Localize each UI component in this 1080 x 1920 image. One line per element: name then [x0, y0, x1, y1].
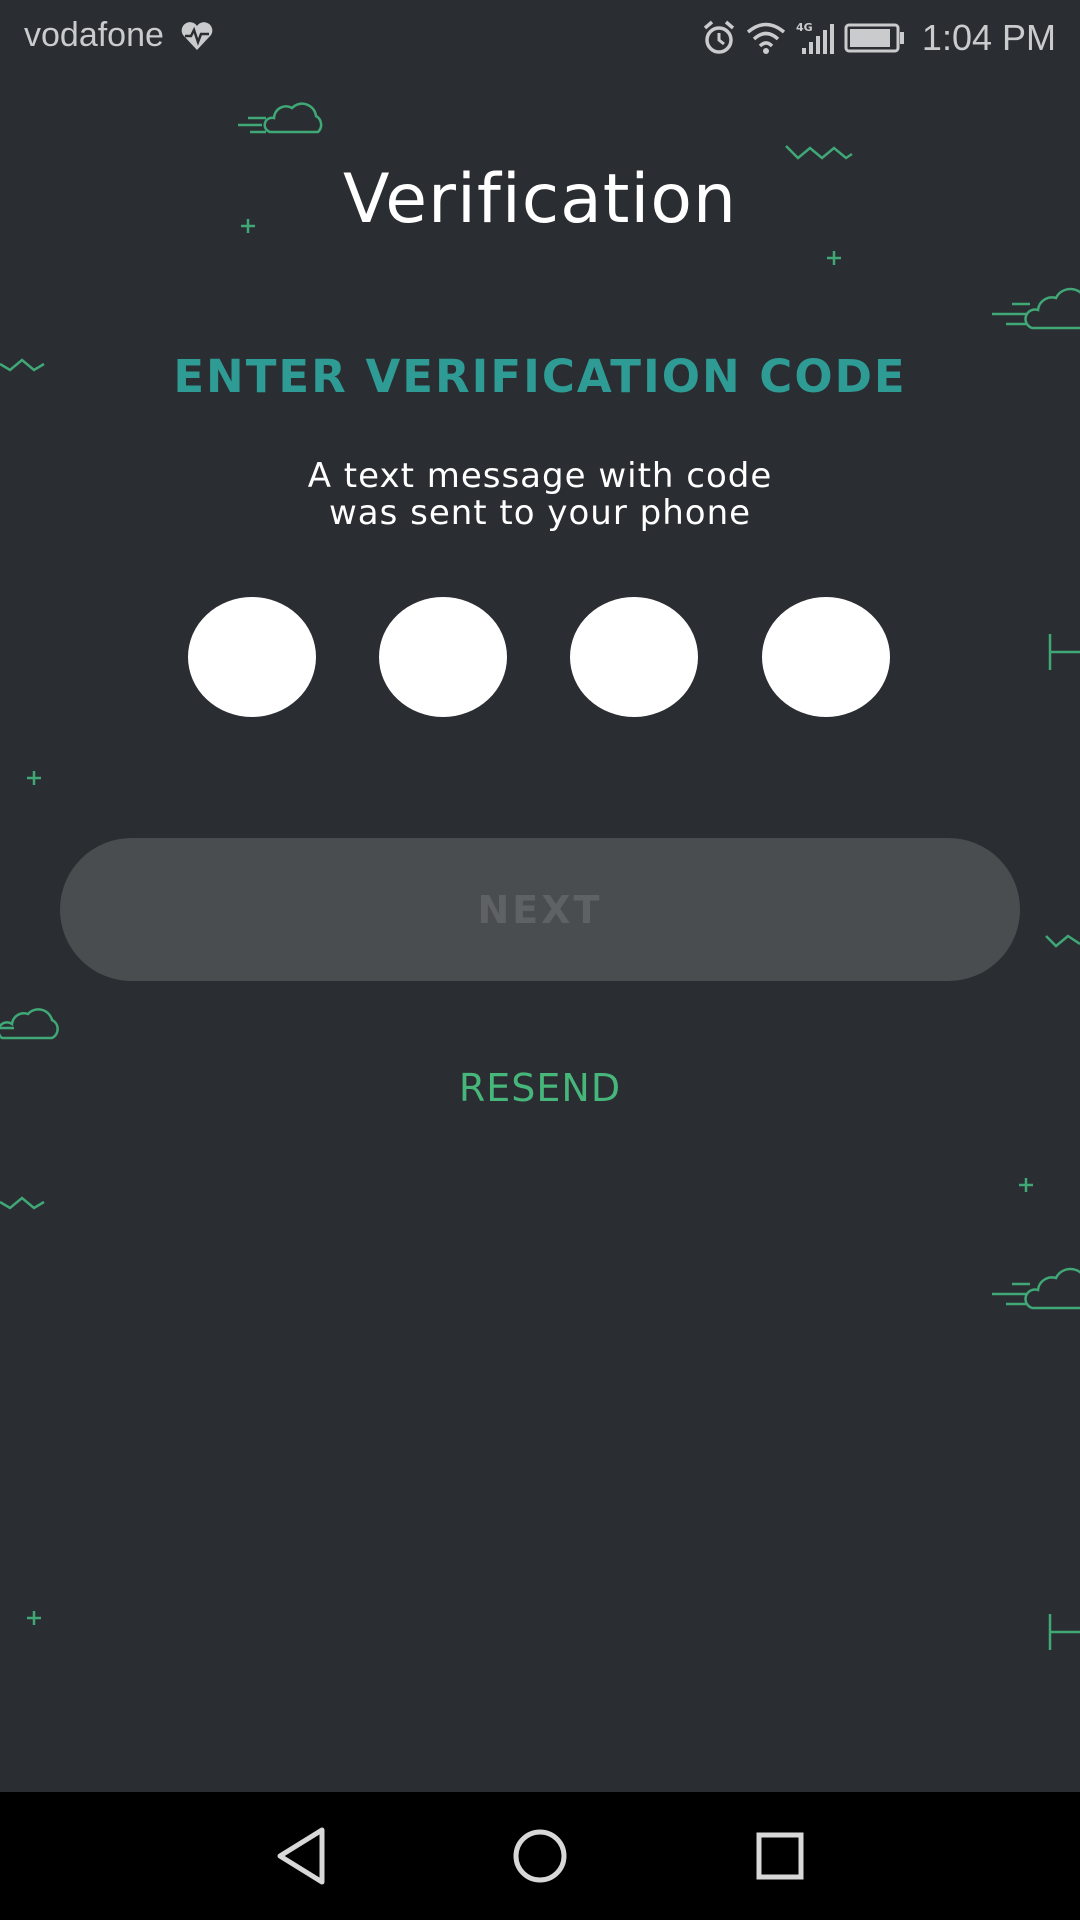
recents-icon[interactable]: [740, 1816, 820, 1896]
zigzag-icon: [1045, 934, 1080, 948]
page-title: Verification: [342, 160, 738, 239]
cloud-icon: [992, 1267, 1080, 1310]
instruction-line-2: was sent to your phone: [328, 493, 752, 533]
code-digit-2[interactable]: [379, 597, 507, 717]
instruction-text: A text message with code was sent to you…: [0, 458, 1080, 532]
navigation-bar: [0, 1792, 1080, 1920]
next-button[interactable]: NEXT: [60, 838, 1020, 981]
cloud-icon: [0, 1008, 59, 1040]
code-heading: ENTER VERIFICATION CODE: [173, 350, 907, 403]
status-icons: 4G 1:04 PM: [702, 16, 1056, 60]
back-icon[interactable]: [260, 1816, 340, 1896]
signal-icon: 4G: [796, 21, 834, 54]
wifi-icon: [746, 22, 786, 54]
status-time: 1:04 PM: [921, 17, 1056, 58]
alarm-icon: [703, 20, 735, 54]
cloud-icon: [238, 102, 323, 134]
code-digit-4[interactable]: [762, 597, 890, 717]
battery-icon: [844, 23, 904, 53]
zigzag-icon: [785, 145, 853, 160]
status-bar: vodafone 4G 1:04 PM: [0, 0, 1080, 75]
bracket-icon: [1048, 634, 1080, 670]
code-digit-3[interactable]: [570, 597, 698, 717]
heart-pulse-icon: [181, 22, 213, 50]
zigzag-icon: [0, 1196, 45, 1210]
bracket-icon: [1048, 1614, 1080, 1650]
plus-icon: [1019, 1178, 1033, 1192]
carrier-name: vodafone: [24, 16, 164, 54]
code-input-row: [188, 597, 891, 717]
plus-icon: [27, 1611, 41, 1625]
verification-screen: vodafone 4G 1:04 PM Verification ENTER V…: [0, 0, 1080, 1920]
code-digit-1[interactable]: [188, 597, 316, 717]
plus-icon: [27, 771, 41, 785]
network-type-label: 4G: [796, 21, 813, 34]
home-icon[interactable]: [500, 1816, 580, 1896]
cloud-icon: [992, 287, 1080, 330]
plus-icon: [827, 251, 841, 265]
resend-link[interactable]: RESEND: [0, 1066, 1080, 1110]
instruction-line-1: A text message with code: [307, 456, 773, 496]
